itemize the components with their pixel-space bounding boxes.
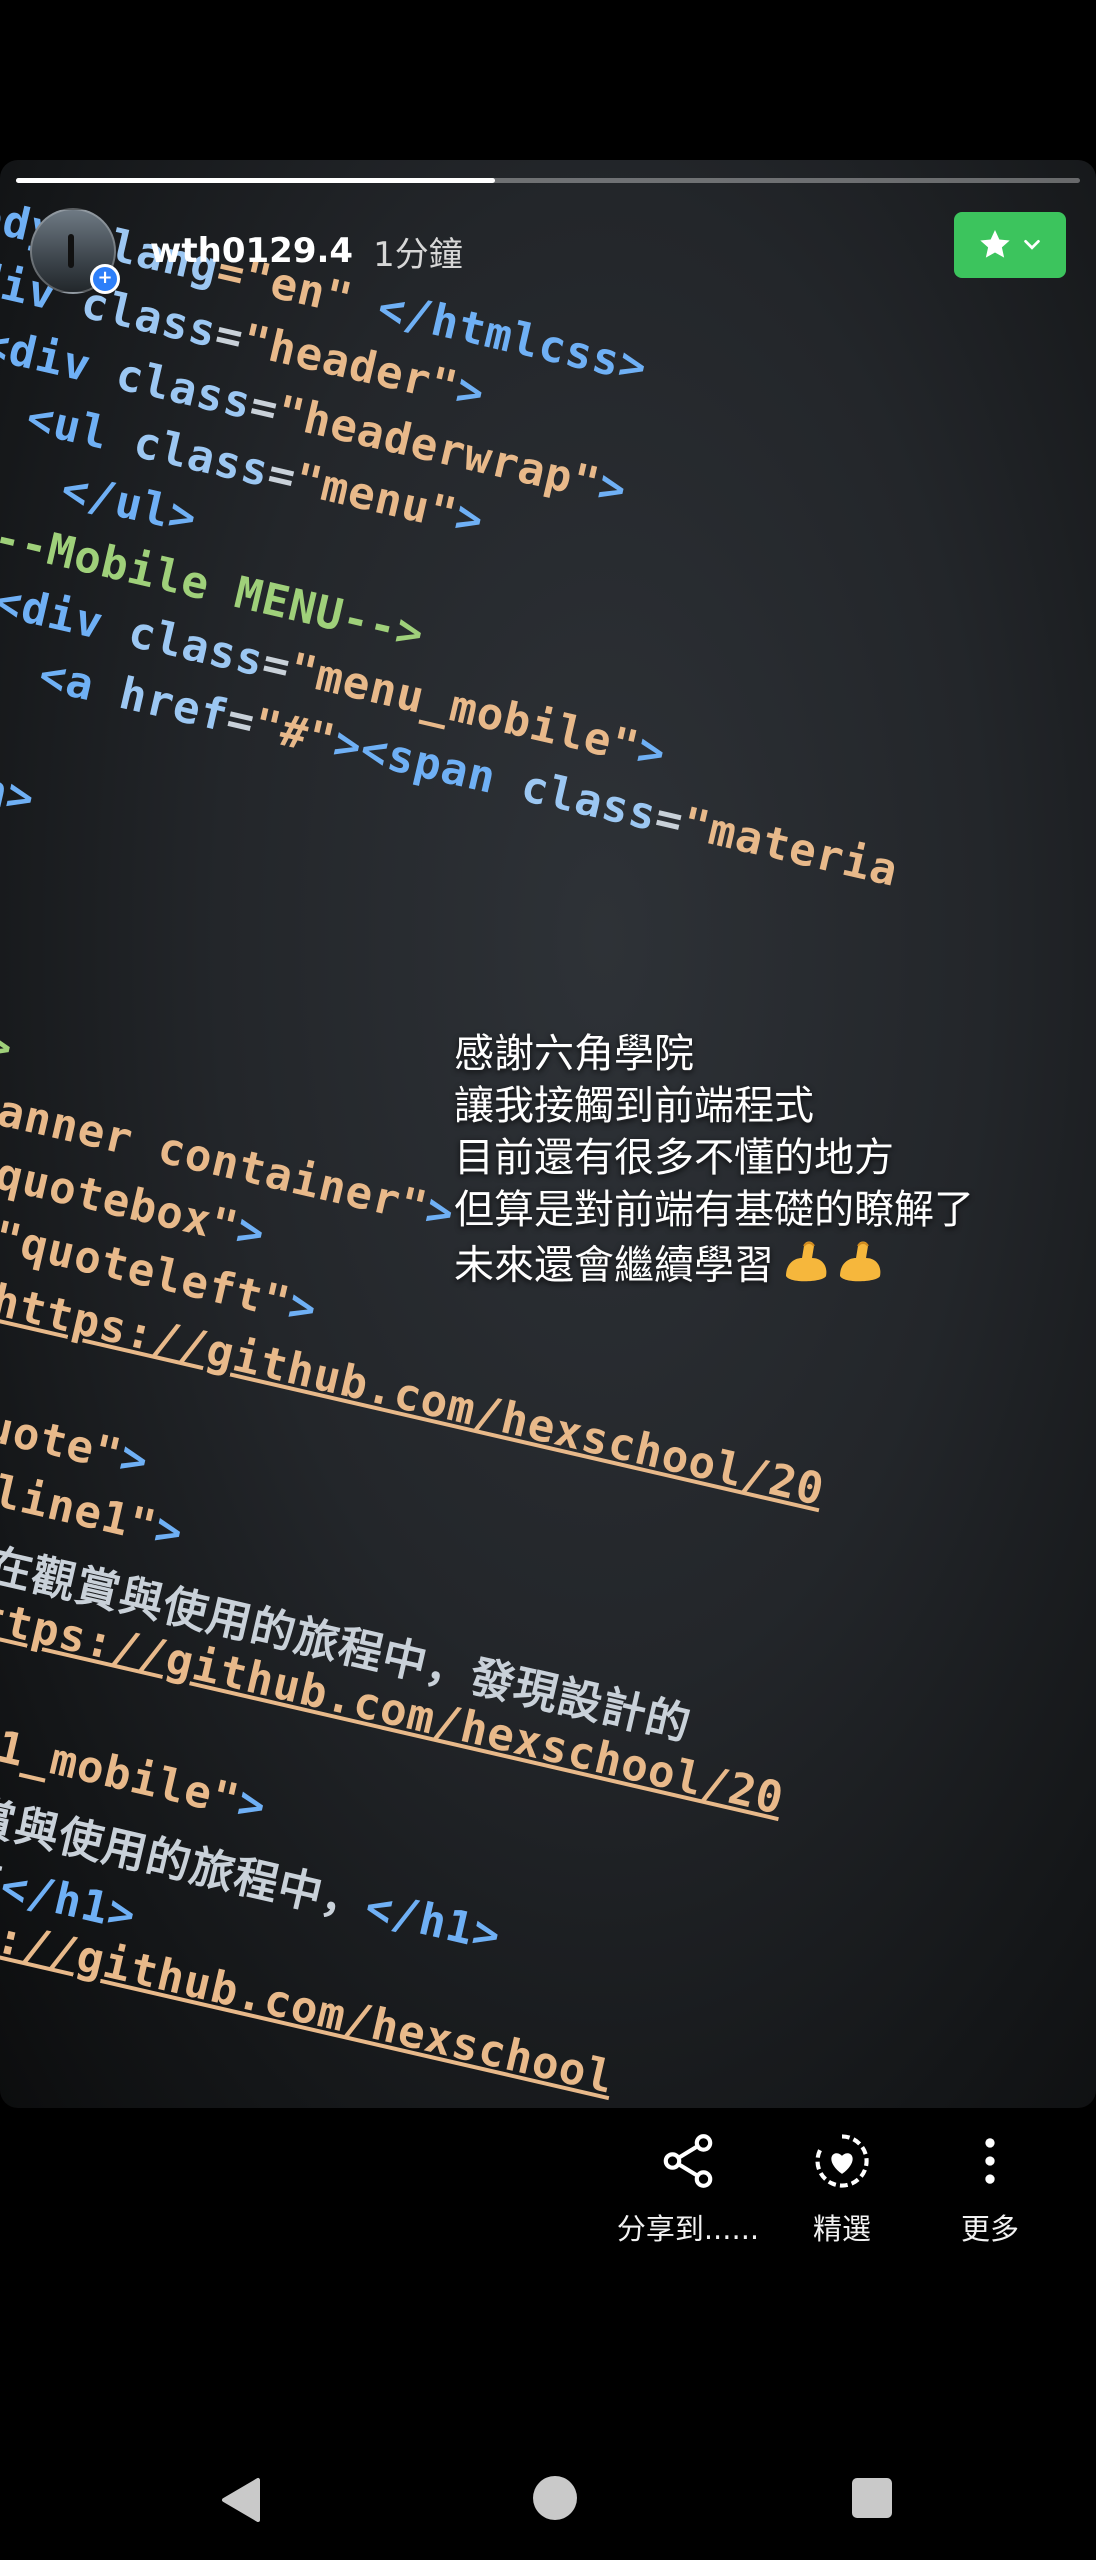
code-token: "materia bbox=[677, 797, 903, 897]
caption-line: 但算是對前端有基礎的瞭解了 bbox=[454, 1187, 974, 1233]
post-time: 1分鐘 bbox=[373, 234, 463, 275]
star-icon bbox=[980, 230, 1010, 258]
home-icon[interactable] bbox=[533, 2476, 577, 2520]
chevron-down-icon bbox=[1024, 239, 1040, 250]
code-token: "quote" bbox=[0, 1388, 127, 1482]
story-progress-bar bbox=[16, 178, 1080, 183]
story-action-bar: 分享到...... 精選 更多 bbox=[0, 2130, 1096, 2290]
back-icon[interactable] bbox=[218, 2476, 262, 2524]
code-token: <ul bbox=[21, 391, 141, 467]
code-token: <!--BANNER--> bbox=[0, 944, 18, 1075]
heart-circle-icon bbox=[815, 2134, 869, 2188]
story-viewer[interactable]: <body> lang="en" </htmlcss><div class="h… bbox=[0, 160, 1096, 2108]
code-line: <!--BANNER--> bbox=[0, 944, 18, 1074]
share-icon bbox=[663, 2134, 713, 2188]
feature-label: 精選 bbox=[812, 2212, 871, 2246]
share-button[interactable]: 分享到...... bbox=[608, 2130, 768, 2248]
more-button[interactable]: 更多 bbox=[910, 2130, 1070, 2248]
caption-line: 感謝六角學院 bbox=[454, 1031, 694, 1077]
feature-button[interactable]: 精選 bbox=[762, 2130, 922, 2248]
favorite-dropdown-button[interactable] bbox=[954, 212, 1066, 278]
flexed-biceps-icon bbox=[780, 1236, 888, 1299]
caption-line: 未來還會繼續學習 bbox=[454, 1242, 774, 1289]
code-token: "#" bbox=[248, 698, 341, 768]
share-label: 分享到...... bbox=[616, 2212, 760, 2246]
recents-icon[interactable] bbox=[852, 2478, 892, 2518]
caption-line: 讓我接觸到前端程式 bbox=[454, 1083, 814, 1129]
username[interactable]: wth0129.4 bbox=[150, 231, 353, 271]
code-line: </span></a> bbox=[0, 707, 40, 825]
caption-line: 目前還有很多不懂的地方 bbox=[454, 1135, 894, 1181]
code-token: </span></a> bbox=[0, 707, 40, 825]
code-token: </h1> bbox=[360, 1881, 506, 1962]
story-caption: 感謝六角學院 讓我接觸到前端程式 目前還有很多不懂的地方 但算是對前端有基礎的瞭… bbox=[454, 1028, 974, 1299]
code-token: href bbox=[114, 667, 234, 743]
avatar-figure bbox=[68, 234, 74, 268]
code-token: <a bbox=[34, 649, 127, 718]
caption-line-last: 未來還會繼續學習 bbox=[454, 1236, 974, 1299]
system-navigation-bar bbox=[0, 2440, 1096, 2560]
more-label: 更多 bbox=[960, 2212, 1019, 2246]
story-plus-badge-icon: + bbox=[90, 264, 120, 294]
more-vertical-icon bbox=[985, 2138, 995, 2184]
story-progress-fill bbox=[16, 178, 495, 183]
